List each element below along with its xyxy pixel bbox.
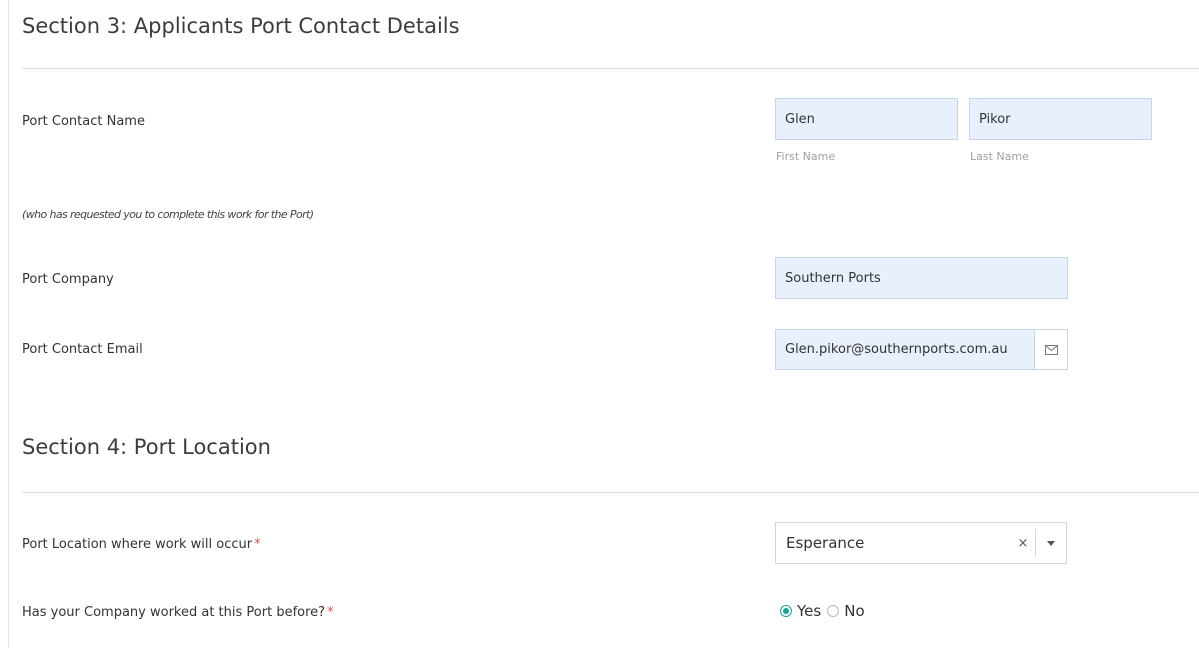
port-contact-email-label: Port Contact Email bbox=[22, 342, 143, 357]
required-asterisk: * bbox=[254, 537, 261, 552]
worked-before-label: Has your Company worked at this Port bef… bbox=[22, 605, 334, 620]
radio-no[interactable] bbox=[827, 605, 840, 617]
section-3-divider bbox=[22, 68, 1199, 69]
radio-selected-dot bbox=[783, 608, 789, 614]
port-location-select[interactable]: Esperance × bbox=[775, 522, 1067, 564]
first-name-sublabel: First Name bbox=[776, 150, 836, 163]
port-company-label: Port Company bbox=[22, 272, 114, 287]
port-location-selected-value: Esperance bbox=[786, 534, 865, 552]
radio-yes[interactable] bbox=[780, 605, 792, 617]
worked-before-label-text: Has your Company worked at this Port bef… bbox=[22, 605, 326, 620]
port-contact-email-input[interactable]: Glen.pikor@southernports.com.au bbox=[775, 329, 1035, 370]
required-asterisk: * bbox=[327, 605, 334, 620]
last-name-input[interactable]: Pikor bbox=[969, 98, 1152, 140]
section-4-divider bbox=[22, 492, 1199, 493]
envelope-icon bbox=[1044, 340, 1058, 359]
last-name-sublabel: Last Name bbox=[970, 150, 1029, 163]
port-contact-note: (who has requested you to complete this … bbox=[22, 208, 314, 221]
first-name-input[interactable]: Glen bbox=[775, 98, 958, 140]
section-4-title: Section 4: Port Location bbox=[22, 435, 271, 459]
radio-yes-label[interactable]: Yes bbox=[797, 602, 821, 620]
port-contact-name-label: Port Contact Name bbox=[22, 114, 145, 129]
port-location-label-text: Port Location where work will occur bbox=[22, 537, 253, 552]
dropdown-arrow-icon[interactable] bbox=[1036, 540, 1066, 546]
port-location-label: Port Location where work will occur * bbox=[22, 537, 261, 552]
clear-selection-icon[interactable]: × bbox=[1011, 536, 1035, 551]
port-company-input[interactable]: Southern Ports bbox=[775, 257, 1068, 299]
form-page: Section 3: Applicants Port Contact Detai… bbox=[0, 0, 1199, 648]
section-3-title: Section 3: Applicants Port Contact Detai… bbox=[22, 14, 460, 38]
email-addon-button bbox=[1034, 329, 1068, 370]
worked-before-radio-group: Yes No bbox=[780, 602, 871, 620]
left-border bbox=[8, 0, 9, 648]
radio-no-label[interactable]: No bbox=[844, 602, 864, 620]
